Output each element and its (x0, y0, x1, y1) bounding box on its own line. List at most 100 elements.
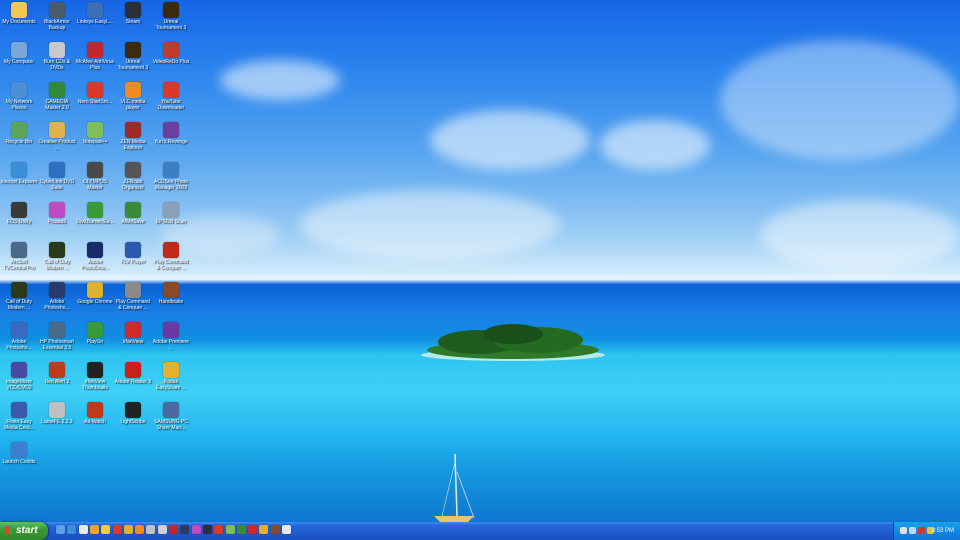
desktop-icon[interactable]: OLYMPUS Master (76, 162, 114, 191)
imagemixer-icon (11, 362, 27, 378)
kodak-icon (163, 362, 179, 378)
desktop-icon[interactable]: IrfanView Thumbnails (76, 362, 114, 391)
desktop-icon[interactable]: AIMeSave (114, 202, 152, 226)
folder-icon[interactable] (101, 525, 111, 534)
aim-icon[interactable] (236, 525, 246, 534)
desktop-icon[interactable]: ArcSoft TVCentral Pro (0, 242, 38, 271)
desktop-icon[interactable]: Play Command & Conquer ... (152, 242, 190, 271)
notepad-icon (87, 122, 103, 138)
youtube-icon[interactable] (214, 525, 224, 534)
desktop-icon[interactable]: Adobe Premiere ... (152, 322, 190, 351)
desktop-icon[interactable]: Adobe PhotoDelu... (76, 242, 114, 271)
desktop-icon[interactable]: ZENcast Organizer (114, 162, 152, 191)
desktop-icon[interactable]: Notepad++ (76, 122, 114, 146)
playon-icon (87, 322, 103, 338)
desktop-icon[interactable]: My Documents (0, 2, 38, 26)
desktop-icon-label: Adobe Premiere ... (152, 339, 190, 351)
desktop-icon[interactable]: FLV Player (114, 242, 152, 266)
desktop-icon[interactable]: Nero StartSm... (76, 82, 114, 106)
desktop-icon[interactable]: Play Command & Conquer ... (114, 282, 152, 311)
desktop-icon[interactable]: CyberLink DVD Suite (38, 162, 76, 191)
start-label: start (16, 525, 38, 536)
start-button[interactable]: start (0, 522, 48, 540)
media-player-icon[interactable] (89, 525, 99, 534)
desktop-icon[interactable]: Steam (114, 2, 152, 26)
desktop-icon-label: VLC media player (120, 99, 146, 111)
kodak-icon[interactable] (259, 525, 269, 534)
desktop-icon[interactable]: EPSON Scan (152, 202, 190, 226)
nero-icon[interactable] (112, 525, 122, 534)
photoshop-icon[interactable] (180, 525, 190, 534)
volume-icon[interactable] (909, 527, 916, 534)
desktop-icon[interactable]: ZEN Media Explorer (114, 122, 152, 151)
desktop-icon[interactable]: ImageMixer VCD/DVD2 (0, 362, 38, 391)
desktop-icon[interactable]: Kodak EasyShare ... (152, 362, 190, 391)
desktop-icon[interactable]: Unreal Tournament 3 (152, 2, 190, 31)
desktop-icon[interactable]: Adobe Photosho... (0, 322, 38, 351)
desktop-icon[interactable]: Burn CDs & DVDs (38, 42, 76, 71)
security-icon[interactable] (918, 527, 925, 534)
desktop-icon[interactable]: Unreal Tournament 3 (114, 42, 152, 71)
desktop-icon[interactable]: McAfee AntiVirus Plus (76, 42, 114, 71)
desktop-icon[interactable]: Call of Duty Modern ... (0, 282, 38, 311)
cnc-icon (125, 282, 141, 298)
mcafee-icon[interactable] (169, 525, 178, 534)
desktop-icon-label: Adobe Reader 9 (114, 379, 152, 385)
desktop-icon[interactable]: Creative Product ... (38, 122, 76, 151)
disc-icon[interactable] (157, 525, 167, 534)
desktop-icon[interactable]: Picasa3 (38, 202, 76, 226)
desktop-icon[interactable]: LightScribe (114, 402, 152, 426)
desktop-icon-label: IrfanView Thumbnails (82, 379, 108, 391)
desktop-icon[interactable]: Adobe Reader 9 (114, 362, 152, 386)
network-tray-icon[interactable] (900, 527, 907, 534)
desktop-icon[interactable]: Launch Coolits (0, 442, 38, 466)
chrome-icon[interactable] (123, 525, 133, 534)
desktop-icon[interactable]: SAMSUNG PC Share Man... (152, 402, 190, 431)
handbrake-icon[interactable] (270, 525, 280, 534)
desktop-icon[interactable]: Recycle Bin (0, 122, 38, 146)
desktop-icon[interactable]: BlackArmor Backup (38, 2, 76, 31)
ie-icon[interactable] (67, 525, 77, 534)
clock[interactable]: 9:53 PM (932, 522, 954, 540)
desktop-icon[interactable]: DivXBurner/Ea... (76, 202, 114, 226)
desktop-icon-label: Adobe PhotoDelu... (81, 259, 109, 271)
steam-icon[interactable] (202, 525, 212, 534)
mail-icon[interactable] (78, 525, 88, 534)
document-icon[interactable] (282, 525, 291, 534)
desktop-icon[interactable]: VideoReDo Plus (152, 42, 190, 66)
calculator-icon[interactable] (146, 525, 156, 534)
desktop-icon[interactable]: Google Chrome (76, 282, 114, 306)
desktop-icon[interactable]: Ad-Watch (76, 402, 114, 426)
desktop-icon-label: DivXBurner/Ea... (76, 219, 114, 225)
desktop-icon[interactable]: YouTube Downloader (152, 82, 190, 111)
desktop-icon[interactable]: My Computer (0, 42, 38, 66)
desktop-icon-label: Creative Product ... (38, 139, 76, 151)
desktop-icon[interactable]: Roxio Easy Media Crea... (0, 402, 38, 431)
desktop-icon[interactable]: HP Photosmart Essential 3.5 (38, 322, 76, 351)
desktop-icon-label: My Network Places (5, 99, 33, 111)
desktop-icon[interactable]: EOS Utility (0, 202, 38, 226)
desktop-icon[interactable]: My Network Places (0, 82, 38, 111)
coolits-icon (11, 442, 27, 458)
notepad-icon[interactable] (225, 525, 235, 534)
desktop-icon[interactable]: Linksys EasyL... (76, 2, 114, 26)
desktop-icon[interactable]: PlayOn (76, 322, 114, 346)
desktop-icon[interactable]: LameFE 2.2.3 (38, 402, 76, 426)
desktop-icon-label: Unreal Tournament 3 (155, 19, 187, 31)
desktop-icon[interactable]: Yuri's Revenge (152, 122, 190, 146)
picasa-icon[interactable] (191, 525, 201, 534)
show-desktop-icon[interactable] (56, 525, 65, 534)
desktop-icon[interactable]: IrfanView (114, 322, 152, 346)
adobe-reader-icon (125, 362, 141, 378)
vlc-icon[interactable] (135, 525, 145, 534)
desktop-icon[interactable]: ACDSee Photo Manager 2009 (152, 162, 190, 191)
wallpaper-cloud (720, 40, 960, 160)
desktop-icon[interactable]: CAMEDIA Master 2.0 (38, 82, 76, 111)
desktop-icon[interactable]: Handbrake (152, 282, 190, 306)
desktop-icon[interactable]: Internet Explorer (0, 162, 38, 186)
desktop-icon[interactable]: Adobe Photosho... (38, 282, 76, 311)
desktop-icon[interactable]: Red Alert 2 (38, 362, 76, 386)
irfanview-icon[interactable] (248, 525, 258, 534)
desktop-icon[interactable]: Call of Duty Modern ... (38, 242, 76, 271)
desktop-icon[interactable]: VLC media player (114, 82, 152, 111)
